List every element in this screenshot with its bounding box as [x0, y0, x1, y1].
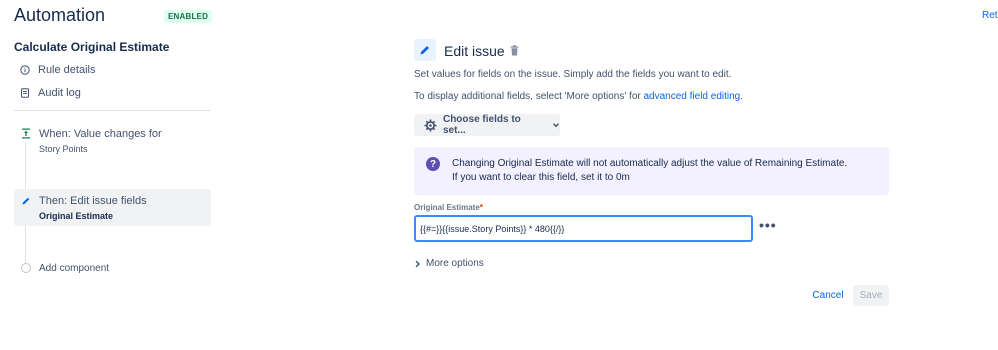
trigger-subtitle: Story Points: [39, 144, 88, 154]
more-options-toggle[interactable]: More options: [414, 258, 484, 269]
pencil-icon: [20, 195, 31, 207]
action-title: Then: Edit issue fields: [39, 195, 147, 207]
chevron-right-icon: [415, 260, 421, 267]
sidebar-divider: [14, 110, 211, 111]
sidebar-item-label: Audit log: [38, 87, 81, 99]
field-label-text: Original Estimate: [414, 203, 480, 212]
add-component-link[interactable]: Add component: [39, 263, 109, 274]
add-component-dot: [21, 263, 31, 273]
question-icon: ?: [426, 157, 440, 171]
page-title: Automation: [14, 5, 106, 25]
action-subtitle: Original Estimate: [39, 211, 114, 221]
more-options-label: More options: [426, 258, 484, 269]
status-badge: ENABLED: [164, 10, 213, 23]
trigger-title: When: Value changes for: [39, 128, 162, 140]
cancel-button[interactable]: Cancel: [808, 285, 848, 306]
info-icon: [20, 65, 30, 75]
component-title: Edit issue: [444, 43, 505, 59]
info-line-1: Changing Original Estimate will not auto…: [452, 158, 848, 169]
advanced-field-editing-link[interactable]: advanced field editing: [644, 91, 741, 102]
action-component[interactable]: Then: Edit issue fields Original Estimat…: [14, 189, 211, 226]
sidebar-item-audit-log[interactable]: Audit log: [20, 87, 81, 99]
info-line-2: If you want to clear this field, set it …: [452, 172, 630, 183]
description-text: To display additional fields, select 'Mo…: [414, 91, 644, 102]
sidebar-item-rule-details[interactable]: Rule details: [20, 64, 95, 76]
field-label: Original Estimate*: [414, 203, 483, 212]
original-estimate-input[interactable]: [414, 215, 753, 242]
trigger-icon: [20, 127, 31, 139]
sidebar-item-label: Rule details: [38, 64, 96, 76]
trigger-component[interactable]: When: Value changes for Story Points: [20, 127, 211, 163]
gear-icon: [424, 119, 437, 131]
rule-name: Calculate Original Estimate: [14, 40, 170, 54]
description-suffix: .: [740, 91, 744, 102]
chevron-down-icon: [553, 123, 560, 128]
required-mark: *: [479, 203, 483, 212]
pencil-icon: [414, 39, 436, 61]
description: Set values for fields on the issue. Simp…: [414, 69, 732, 80]
choose-fields-label: Choose fields to set...: [442, 114, 521, 136]
choose-fields-button[interactable]: Choose fields to set...: [414, 114, 560, 136]
more-actions-icon[interactable]: •••: [759, 217, 777, 233]
description-advanced: To display additional fields, select 'Mo…: [414, 91, 743, 102]
return-link[interactable]: Retu: [982, 10, 998, 21]
trash-icon[interactable]: [510, 45, 519, 56]
save-button[interactable]: Save: [853, 285, 889, 306]
info-message: ? Changing Original Estimate will not au…: [414, 147, 889, 195]
document-icon: [21, 88, 29, 98]
